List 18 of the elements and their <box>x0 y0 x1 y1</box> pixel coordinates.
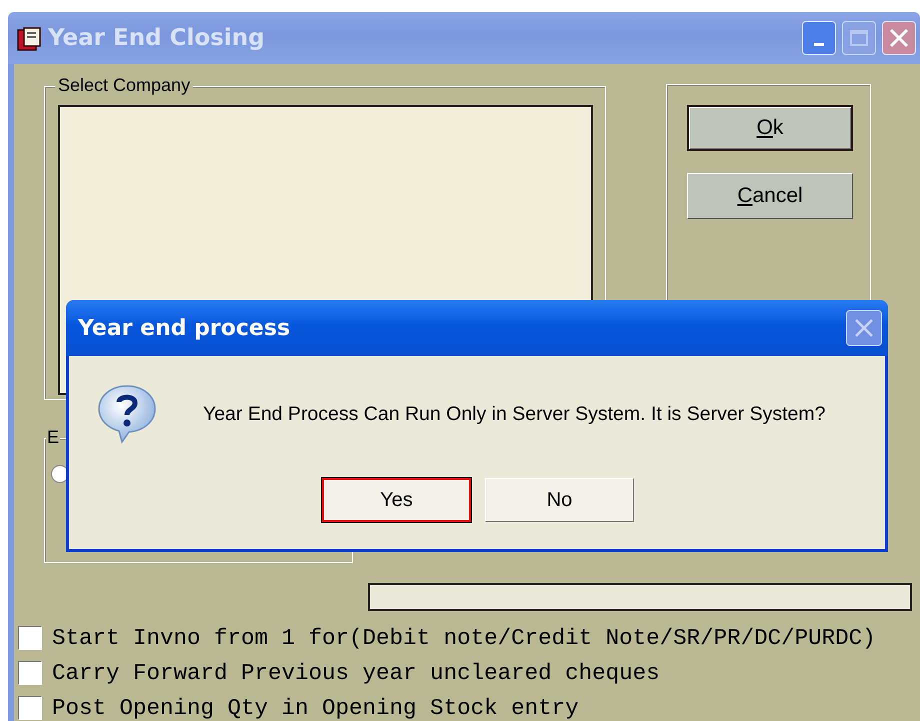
dialog-button[interactable]: No <box>485 478 634 522</box>
dialog-message: Year End Process Can Run Only in Server System. It is Server System? <box>203 402 826 426</box>
checkbox-label: Start Invno from 1 for(Debit note/Credit Note/SR/PR/DC/PURDC) <box>52 625 876 651</box>
checkbox[interactable] <box>18 626 42 650</box>
checkbox-label: Post Opening Qty in Opening Stock entry <box>52 695 579 721</box>
checkbox[interactable] <box>18 661 42 685</box>
checkbox-label: Carry Forward Previous year uncleared cheques <box>52 660 660 686</box>
maximize-icon <box>850 30 868 46</box>
close-icon <box>889 28 909 48</box>
dialog-button[interactable]: Cancel <box>687 173 853 219</box>
dialog-button[interactable]: Ok <box>687 105 853 151</box>
window-title: Year End Closing <box>48 25 266 51</box>
close-icon <box>854 318 874 338</box>
dialog-button[interactable]: Yes <box>322 478 471 522</box>
dialog-title: Year end process <box>78 316 292 340</box>
checkbox[interactable] <box>18 696 42 720</box>
group-label: Select Company <box>55 75 194 96</box>
minimize-icon <box>814 43 824 46</box>
